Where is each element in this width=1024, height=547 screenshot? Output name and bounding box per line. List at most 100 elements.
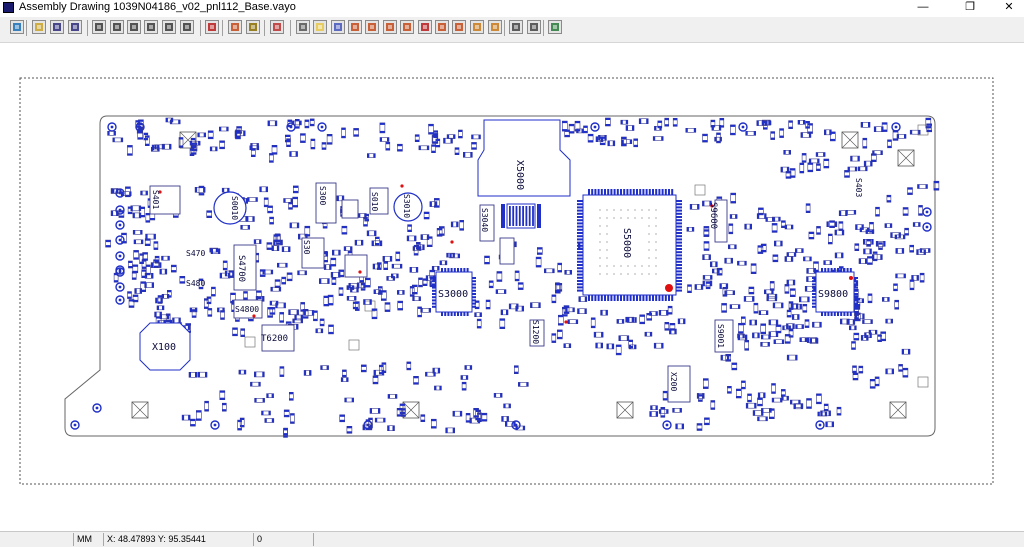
component-pad [793,252,796,257]
component-b-button[interactable] [348,20,362,34]
component-d-button[interactable] [383,20,397,34]
component-e-button[interactable] [400,20,414,34]
hole-center [925,210,929,214]
component-pad [383,267,388,270]
pin [676,270,682,273]
text-list-button[interactable] [205,20,219,34]
component-pad [429,270,435,273]
pin [854,283,858,286]
component-pad [769,120,771,125]
component-pad [799,296,802,302]
component-pad [178,119,181,124]
component-pad [466,420,471,423]
folder-highlight-button[interactable] [313,20,327,34]
pin [676,238,682,241]
maximize-button[interactable]: ❐ [955,0,985,16]
component-pad [880,331,886,334]
component-pad [752,332,755,338]
component-pad [727,391,732,394]
component-pad [164,269,167,275]
board-view[interactable]: X5000S5000S3000 S9800S9600X100T6200S4700S… [0,43,1024,529]
hole-center [118,298,122,302]
pin [626,295,629,301]
component-pad [862,319,865,324]
component-g-button[interactable] [452,20,466,34]
component-pad [489,280,494,283]
component-pad [361,240,363,246]
rotate-button[interactable] [180,20,194,34]
component-pad [385,142,390,145]
save-all-button[interactable] [68,20,82,34]
hole-center [118,285,122,289]
label-s1200: S1200 [531,320,540,344]
component-pad [853,210,856,215]
component-pad [816,226,821,229]
component-pad [469,365,472,370]
minimize-button[interactable]: — [908,0,938,16]
component-pad [770,131,775,134]
pin [432,305,436,308]
component-pad [759,310,761,315]
print-button[interactable] [509,20,523,34]
component-pad [285,263,288,268]
eraser-button[interactable] [296,20,310,34]
pin [664,189,667,195]
drawing-canvas[interactable]: X5000 S5000 S3000 S9800 S9600 X100 T6200 S4700 S… [0,43,1024,529]
component-pad [903,207,909,210]
pin [849,312,852,316]
component-pad [155,256,160,259]
component-pad [594,332,597,338]
component-pad [526,382,529,387]
component-pad [661,136,664,141]
component-pad [760,331,766,334]
component-pad [786,396,789,401]
component-pad [893,283,898,286]
component-pad [907,187,913,190]
component-i-button[interactable] [488,20,502,34]
open-folder-button[interactable] [32,20,46,34]
component-pad [238,370,241,375]
pin [610,189,613,195]
component-pad [474,312,477,317]
component-pad [428,308,431,313]
pin [676,260,682,263]
text-t-button[interactable] [418,20,432,34]
zoom-fit-button[interactable] [110,20,124,34]
component-c-button[interactable] [365,20,379,34]
component-pad [606,343,609,349]
component-pad [276,242,281,245]
component-pad [406,361,411,364]
component-pad [271,418,274,423]
zoom-window-button[interactable] [92,20,106,34]
component-pad [195,307,197,312]
save-button[interactable] [50,20,64,34]
component-pad [820,410,823,416]
pin [620,189,622,195]
component-pad [875,330,877,335]
pin [460,312,463,316]
exit-button[interactable] [548,20,562,34]
ball [627,209,629,211]
zoom-in-button[interactable] [127,20,141,34]
hole-center [213,423,217,427]
find-button[interactable] [246,20,260,34]
component-pad [160,314,162,319]
layer-button[interactable] [228,20,242,34]
component-pad [223,267,228,270]
zoom-out-button[interactable] [144,20,158,34]
component-pad [245,216,248,222]
ball [627,217,629,219]
pin [432,280,436,283]
component-h-button[interactable] [470,20,484,34]
pan-button[interactable] [162,20,176,34]
hole-center [741,125,745,129]
pin [854,302,858,305]
component-pad [518,382,521,387]
component-pad [171,270,177,273]
check-button[interactable] [270,20,284,34]
report-button[interactable] [527,20,541,34]
component-a-button[interactable] [331,20,345,34]
refresh-button[interactable] [10,20,24,34]
close-button[interactable]: ✕ [994,0,1024,16]
component-f-button[interactable] [435,20,449,34]
